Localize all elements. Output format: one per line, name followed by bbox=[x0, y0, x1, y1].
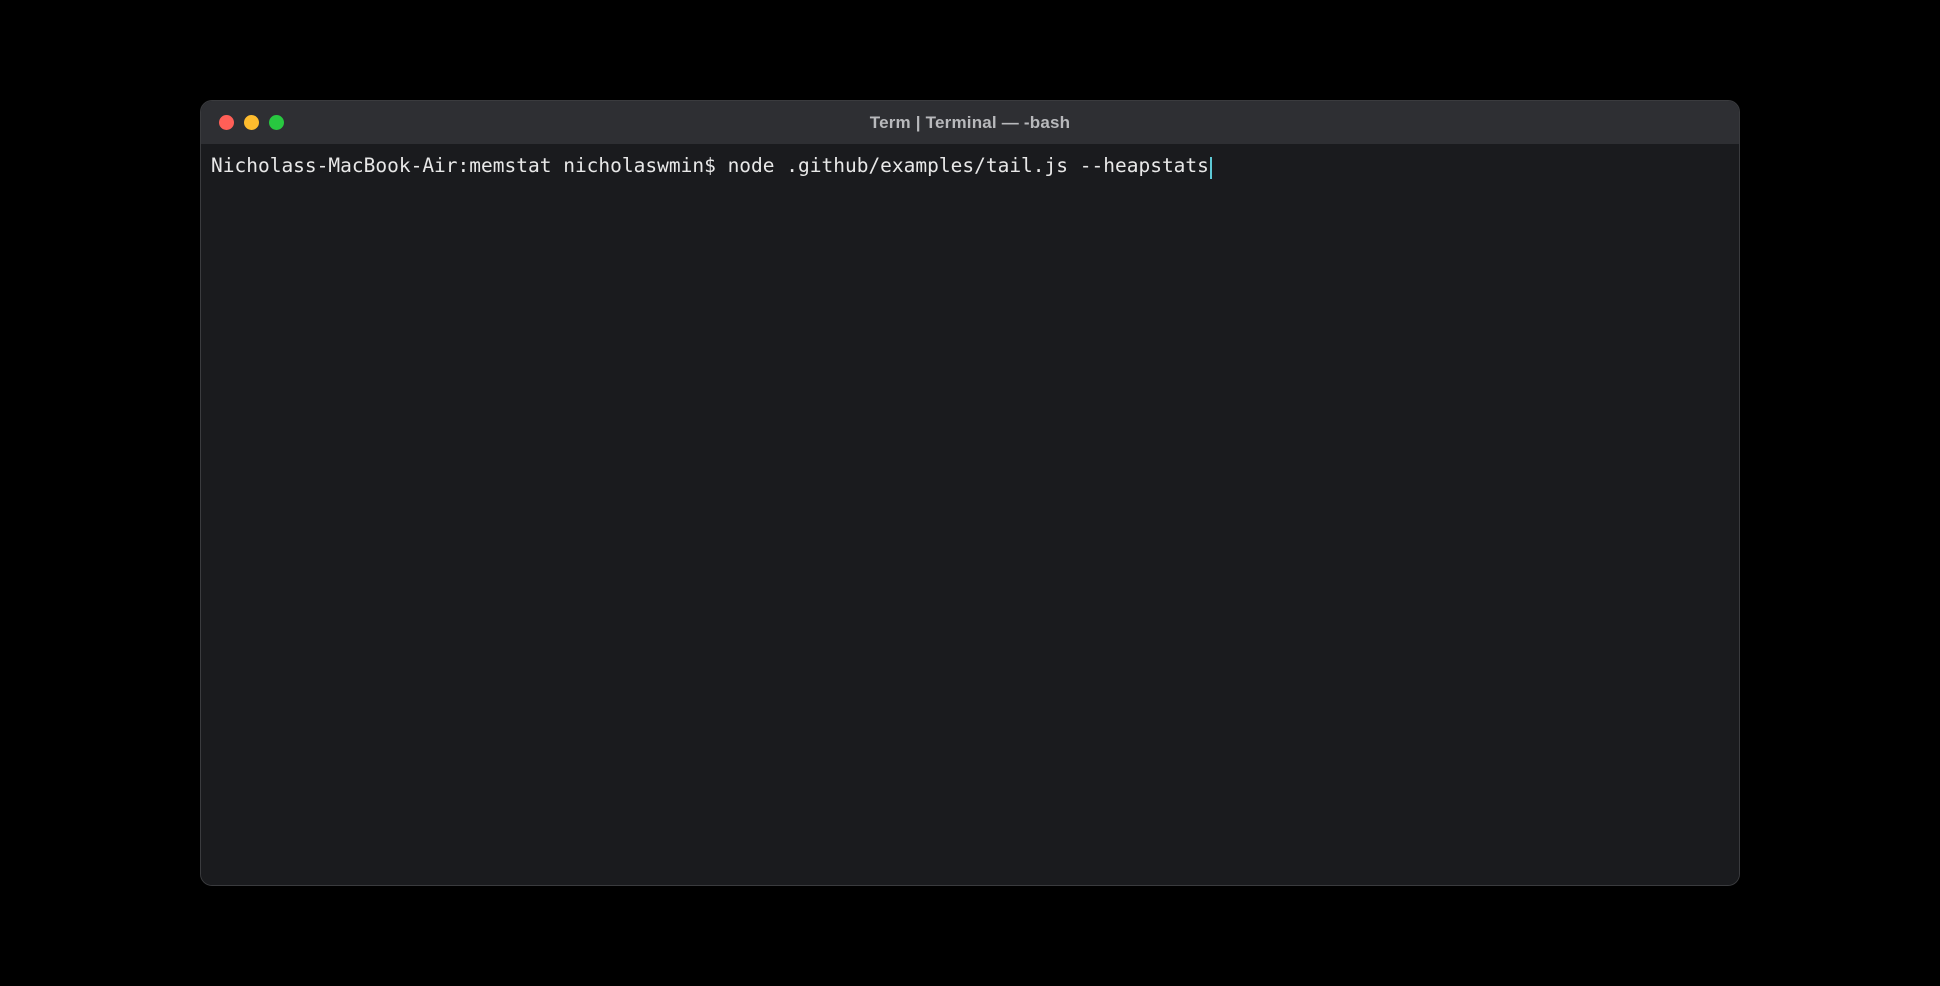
titlebar[interactable]: Term | Terminal — -bash bbox=[201, 101, 1739, 145]
terminal-body[interactable]: Nicholass-MacBook-Air:memstat nicholaswm… bbox=[201, 145, 1739, 885]
cursor-icon bbox=[1210, 157, 1212, 179]
terminal-command: node .github/examples/tail.js --heapstat… bbox=[728, 154, 1209, 177]
minimize-button[interactable] bbox=[244, 115, 259, 130]
zoom-button[interactable] bbox=[269, 115, 284, 130]
terminal-window: Term | Terminal — -bash Nicholass-MacBoo… bbox=[200, 100, 1740, 886]
close-button[interactable] bbox=[219, 115, 234, 130]
window-title: Term | Terminal — -bash bbox=[201, 113, 1739, 133]
traffic-lights bbox=[201, 115, 284, 130]
terminal-prompt: Nicholass-MacBook-Air:memstat nicholaswm… bbox=[211, 154, 728, 177]
